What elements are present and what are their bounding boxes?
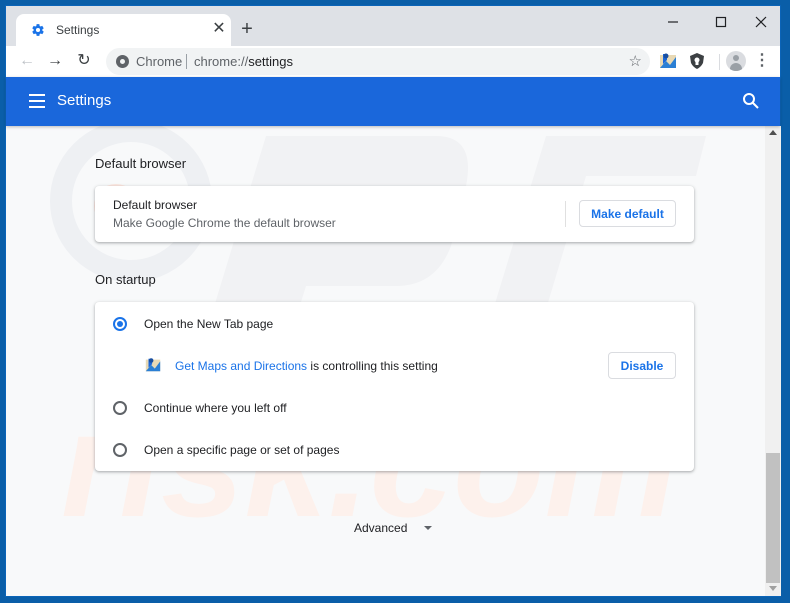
browser-window: Settings ✕ + ← → ↻ Chrome chrome://setti… [5,5,781,597]
extension-link[interactable]: Get Maps and Directions [175,359,307,373]
minimize-icon [668,21,678,23]
browser-toolbar: ← → ↻ Chrome chrome://settings ☆ ⋮ [6,46,780,77]
option-label-open-new-tab[interactable]: Open the New Tab page [144,317,273,331]
origin-label: Chrome [136,54,183,69]
caret-down-icon[interactable] [424,526,432,530]
default-browser-row-title: Default browser [113,198,198,212]
new-tab-button[interactable]: + [236,18,258,40]
shield-extension-icon[interactable] [687,51,707,71]
tab-title: Settings [56,23,100,37]
extension-notice-suffix: is controlling this setting [307,359,438,373]
tab-settings[interactable]: Settings ✕ [16,14,231,47]
radio-continue-where-left-off[interactable] [113,401,127,415]
gear-icon [32,24,44,36]
url-scheme: chrome:// [194,54,249,69]
advanced-toggle[interactable]: Advanced [354,521,407,535]
extension-control-notice: Get Maps and Directions is controlling t… [175,359,438,373]
radio-open-new-tab[interactable] [113,317,127,331]
close-icon [755,16,767,28]
tab-close-icon[interactable]: ✕ [209,19,229,39]
option-label-specific-pages[interactable]: Open a specific page or set of pages [144,443,339,457]
back-button[interactable]: ← [16,50,38,72]
row-separator [565,201,566,227]
maximize-button[interactable] [706,11,736,33]
bookmark-star-icon[interactable]: ☆ [629,52,642,70]
default-browser-section-title: Default browser [95,156,187,171]
default-browser-card: Default browser Make Google Chrome the d… [95,186,694,242]
scrollbar-thumb[interactable] [766,453,780,583]
url-text[interactable]: chrome://settings [194,54,293,69]
maps-extension-icon [145,358,161,372]
tab-strip: Settings ✕ + [6,6,780,47]
hamburger-menu-icon[interactable] [29,94,45,108]
default-browser-row-subtitle: Make Google Chrome the default browser [113,216,336,230]
profile-avatar[interactable] [726,51,746,71]
url-path: settings [248,54,293,69]
maximize-icon [715,16,727,28]
on-startup-card: Open the New Tab page Get Maps and Direc… [95,302,694,471]
omnibox-separator [186,54,187,69]
reload-button[interactable]: ↻ [73,50,95,72]
vertical-scrollbar[interactable] [765,126,781,596]
scroll-up-arrow-icon[interactable] [769,130,777,135]
forward-button[interactable]: → [44,50,66,72]
option-label-continue[interactable]: Continue where you left off [144,401,287,415]
disable-extension-button[interactable]: Disable [608,352,676,379]
make-default-button[interactable]: Make default [579,200,676,227]
minimize-button[interactable] [658,11,688,33]
settings-content: risk.com Default browser Default browser… [6,126,765,596]
on-startup-section-title: On startup [95,272,156,287]
scroll-down-arrow-icon[interactable] [769,586,777,591]
window-close-button[interactable] [746,11,776,33]
chrome-menu-button[interactable]: ⋮ [754,51,770,71]
maps-extension-icon[interactable] [658,51,678,71]
chrome-icon [116,55,129,68]
settings-header: Settings [6,77,780,126]
search-icon[interactable] [742,92,760,110]
address-bar[interactable]: Chrome chrome://settings ☆ [106,48,650,75]
toolbar-separator [719,54,720,70]
page-title: Settings [57,92,112,109]
radio-open-specific-pages[interactable] [113,443,127,457]
